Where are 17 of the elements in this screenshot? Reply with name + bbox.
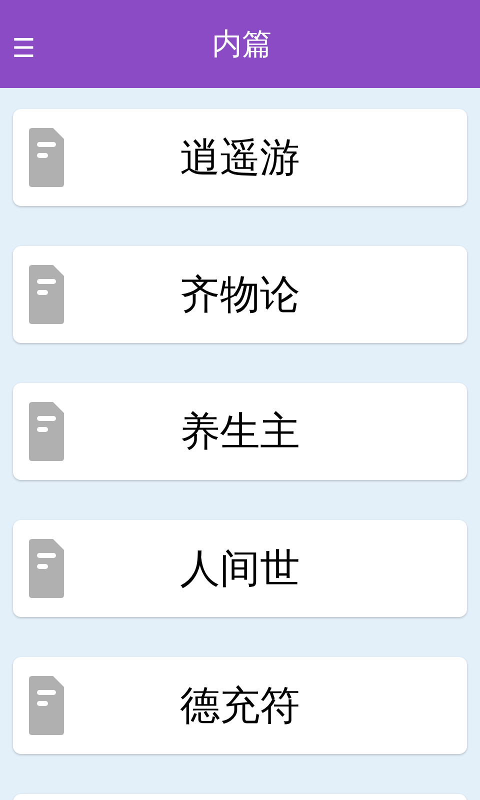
document-icon: [29, 676, 64, 735]
chapter-title: 人间世: [180, 545, 300, 594]
document-icon: [29, 128, 64, 187]
chapter-card[interactable]: 养生主: [13, 383, 467, 480]
chapter-title: 德充符: [180, 682, 300, 731]
document-icon: [29, 402, 64, 461]
document-icon: [29, 265, 64, 324]
page-title: 内篇: [212, 26, 272, 64]
menu-button[interactable]: ☰: [8, 34, 40, 64]
chapter-title: 齐物论: [180, 271, 300, 320]
chapter-card[interactable]: 人间世: [13, 520, 467, 617]
chapter-card[interactable]: 德充符: [13, 657, 467, 754]
chapter-card[interactable]: 逍遥游: [13, 109, 467, 206]
chapter-title: 逍遥游: [180, 134, 300, 183]
chapter-card[interactable]: 齐物论: [13, 246, 467, 343]
document-icon: [29, 539, 64, 598]
chapter-title: 养生主: [180, 408, 300, 457]
